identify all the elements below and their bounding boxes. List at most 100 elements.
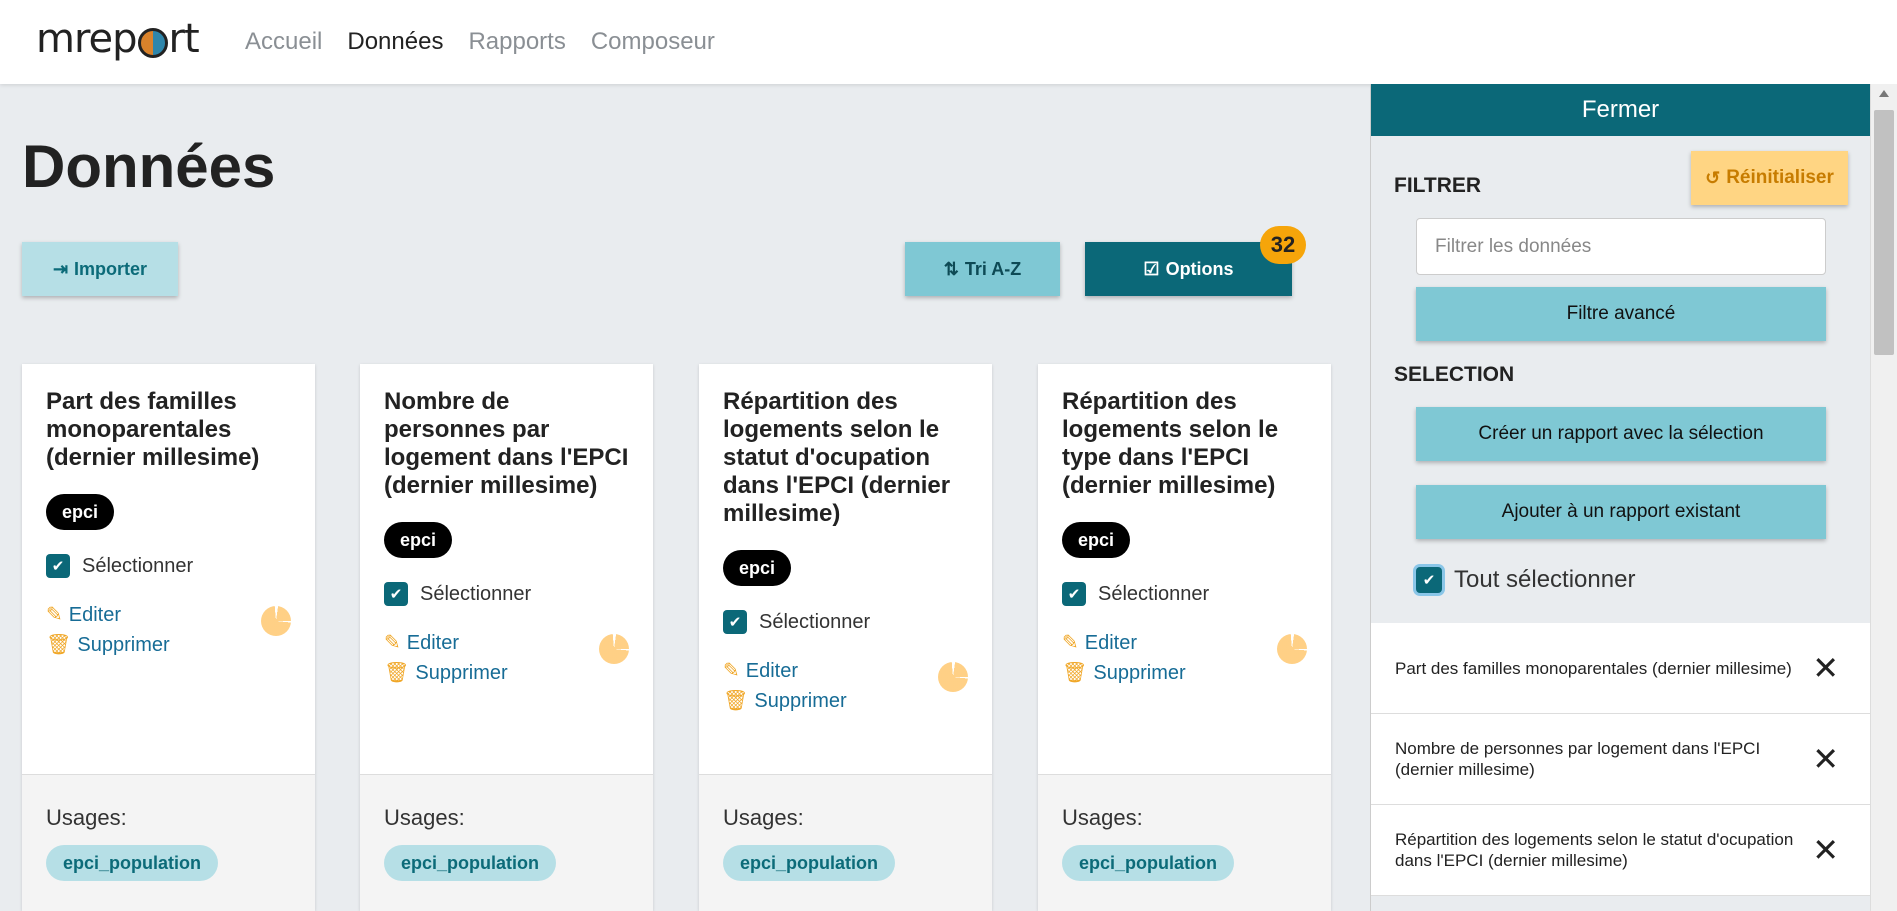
logo-globe-icon [137, 28, 168, 58]
file-import-icon: ⇥ [52, 258, 69, 279]
scroll-up-arrow-icon[interactable] [1879, 90, 1889, 97]
usages-label: Usages: [1062, 805, 1143, 830]
usage-tag[interactable]: epci_population [46, 845, 219, 881]
delete-link[interactable]: 🗑 Supprimer [723, 686, 968, 716]
checkbox-checked-icon[interactable]: ✔ [1062, 582, 1086, 606]
nav-links: Accueil Données Rapports Composeur [245, 0, 740, 84]
undo-icon: ↺ [1705, 167, 1721, 188]
check-square-icon: ☑ [1143, 258, 1160, 279]
filter-input[interactable] [1416, 218, 1826, 275]
select-checkbox-row[interactable]: ✔ Sélectionner [384, 582, 629, 606]
selected-item-label: Nombre de personnes par logement dans l'… [1395, 739, 1761, 779]
reset-label: Réinitialiser [1726, 167, 1834, 188]
pie-chart-icon [1277, 634, 1307, 664]
pencil-icon: ✎ [723, 660, 740, 682]
pie-chart-icon [599, 634, 629, 664]
select-label: Sélectionner [1098, 582, 1210, 605]
card-usages: Usages: epci_population [699, 774, 992, 911]
selected-item-label: Répartition des logements selon le statu… [1395, 830, 1794, 870]
card-title: Répartition des logements selon le statu… [723, 388, 951, 527]
filter-heading: FILTRER [1394, 174, 1482, 197]
advanced-filter-button[interactable]: Filtre avancé [1416, 287, 1826, 341]
select-checkbox-row[interactable]: ✔ Sélectionner [1062, 582, 1307, 606]
trash-icon: 🗑 [723, 690, 749, 712]
reset-button[interactable]: ↺ Réinitialiser [1691, 151, 1848, 205]
card-usages: Usages: epci_population [22, 774, 315, 911]
checkbox-checked-icon[interactable]: ✔ [384, 582, 408, 606]
select-checkbox-row[interactable]: ✔ Sélectionner [723, 610, 968, 634]
card-title: Nombre de personnes par logement dans l'… [384, 388, 629, 499]
import-label: Importer [74, 258, 148, 279]
pencil-icon: ✎ [384, 632, 401, 654]
usage-tag[interactable]: epci_population [384, 845, 557, 881]
edit-link[interactable]: ✎ Editer [723, 656, 968, 686]
edit-label: Editer [406, 632, 460, 654]
epci-tag: epci [46, 494, 115, 530]
delete-link[interactable]: 🗑 Supprimer [1062, 658, 1307, 688]
options-sidebar: Fermer FILTRER ↺ Réinitialiser Filtre av… [1370, 84, 1871, 911]
epci-tag: epci [384, 522, 453, 558]
select-all-label: Tout sélectionner [1454, 566, 1636, 593]
checkbox-checked-icon[interactable]: ✔ [1416, 567, 1442, 593]
list-item: Nombre de personnes par logement dans l'… [1371, 714, 1871, 805]
pencil-icon: ✎ [46, 604, 63, 626]
edit-link[interactable]: ✎ Editer [46, 600, 291, 630]
import-button[interactable]: ⇥ Importer [22, 242, 178, 296]
nav-item-accueil[interactable]: Accueil [245, 28, 322, 56]
edit-label: Editer [1084, 632, 1138, 654]
data-card: Répartition des logements selon le statu… [699, 364, 992, 911]
usages-label: Usages: [46, 805, 127, 830]
delete-label: Supprimer [754, 690, 847, 712]
edit-link[interactable]: ✎ Editer [1062, 628, 1307, 658]
select-all-checkbox-row[interactable]: ✔ Tout sélectionner [1416, 566, 1635, 594]
edit-label: Editer [68, 604, 122, 626]
epci-tag: epci [1062, 522, 1131, 558]
selected-items-list: Part des familles monoparentales (dernie… [1371, 623, 1871, 896]
nav-item-rapports[interactable]: Rapports [468, 28, 565, 56]
app-logo[interactable]: mrep rt [36, 14, 200, 64]
usages-label: Usages: [384, 805, 465, 830]
pie-chart-icon [261, 606, 291, 636]
delete-label: Supprimer [415, 662, 508, 684]
nav-item-donnees[interactable]: Données [347, 28, 443, 56]
delete-label: Supprimer [77, 634, 170, 656]
sort-label: Tri A-Z [964, 258, 1022, 279]
remove-icon[interactable]: ✕ [1812, 743, 1839, 775]
create-report-button[interactable]: Créer un rapport avec la sélection [1416, 407, 1826, 461]
pie-chart-icon [938, 662, 968, 692]
card-usages: Usages: epci_population [360, 774, 653, 911]
usages-label: Usages: [723, 805, 804, 830]
remove-icon[interactable]: ✕ [1812, 834, 1839, 866]
epci-tag: epci [723, 550, 792, 586]
close-sidebar-button[interactable]: Fermer [1371, 84, 1870, 136]
select-label: Sélectionner [759, 610, 871, 633]
selection-heading: SELECTION [1394, 363, 1515, 386]
checkbox-checked-icon[interactable]: ✔ [46, 554, 70, 578]
trash-icon: 🗑 [384, 662, 410, 684]
trash-icon: 🗑 [46, 634, 72, 656]
card-title: Répartition des logements selon le type … [1062, 388, 1279, 499]
sort-button[interactable]: ⇅ Tri A-Z [905, 242, 1060, 296]
select-checkbox-row[interactable]: ✔ Sélectionner [46, 554, 291, 578]
main-content: Données ⇥ Importer ⇅ Tri A-Z ☑ Options 3… [0, 84, 1370, 911]
remove-icon[interactable]: ✕ [1812, 652, 1839, 684]
sidebar-scrollbar[interactable] [1870, 84, 1897, 911]
delete-link[interactable]: 🗑 Supprimer [46, 630, 291, 660]
usage-tag[interactable]: epci_population [723, 845, 896, 881]
data-card: Répartition des logements selon le type … [1038, 364, 1331, 911]
options-count-badge: 32 [1260, 226, 1306, 264]
data-card: Nombre de personnes par logement dans l'… [360, 364, 653, 911]
usage-tag[interactable]: epci_population [1062, 845, 1235, 881]
select-label: Sélectionner [82, 554, 194, 577]
card-usages: Usages: epci_population [1038, 774, 1331, 911]
select-label: Sélectionner [420, 582, 532, 605]
list-item: Répartition des logements selon le statu… [1371, 805, 1871, 896]
delete-link[interactable]: 🗑 Supprimer [384, 658, 629, 688]
add-to-report-button[interactable]: Ajouter à un rapport existant [1416, 485, 1826, 539]
options-label: Options [1165, 258, 1234, 279]
checkbox-checked-icon[interactable]: ✔ [723, 610, 747, 634]
nav-item-composeur[interactable]: Composeur [591, 28, 715, 56]
edit-link[interactable]: ✎ Editer [384, 628, 629, 658]
list-item: Part des familles monoparentales (dernie… [1371, 623, 1871, 714]
scrollbar-thumb[interactable] [1874, 110, 1894, 355]
